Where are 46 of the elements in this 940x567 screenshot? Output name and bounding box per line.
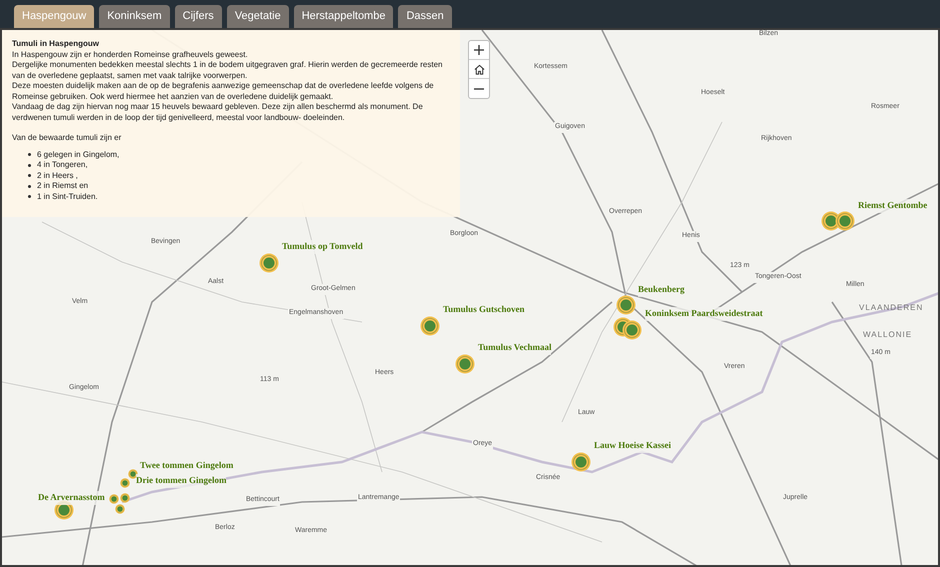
info-paragraph: Dergelijke monumenten bedekken meestal slechts 1 in de bodem uitgegraven graf. Hierin werden de gecremeerde resten van de overledene geplaatst, samen met vaak talrijke voorwerpen. <box>12 60 444 81</box>
tumulus-marker-icon[interactable] <box>455 354 475 374</box>
list-item: 6 gelegen in Gingelom, <box>37 150 120 160</box>
region-label: VLAANDEREN <box>859 302 924 314</box>
tumulus-marker-icon[interactable] <box>109 494 119 504</box>
tumulus-marker-icon[interactable] <box>120 493 130 503</box>
tumulus-marker-icon[interactable] <box>420 316 440 336</box>
info-paragraph: Vandaag de dag zijn hiervan nog maar 15 heuvels bewaard gebleven. Deze zijn allen beschermd als monument. De verdwenen tumuli werden in de loop der tijd genivelleerd, meestal voor landbouw- doeleinden. <box>12 102 424 123</box>
tab[interactable]: Dassen <box>398 5 452 28</box>
home-icon <box>474 64 484 74</box>
bullet-icon <box>28 195 31 198</box>
tumulus-label: Riemst Gentombe <box>858 199 928 212</box>
info-paragraph: Deze moesten duidelijk maken aan de op de begrafenis aanwezige gemeenschap dat de overledene leefde volgens de Romeinse gebruiken. Ook werd hiermee het aanzien van de overledene duidelijk gemaakt. <box>12 81 435 102</box>
tumulus-label: Tumulus Vechmaal <box>478 341 552 354</box>
tumulus-marker-icon[interactable] <box>120 478 130 488</box>
info-title: Tumuli in Haspengouw <box>12 39 100 50</box>
tumulus-marker-icon[interactable] <box>128 469 138 479</box>
tumulus-label: Lauw Hoeise Kassei <box>594 439 672 452</box>
list-item: 2 in Riemst en <box>37 181 88 192</box>
info-paragraph: In Haspengouw zijn er honderden Romeinse grafheuvels geweest. <box>12 50 249 60</box>
bullet-icon <box>28 174 31 178</box>
bullet-icon <box>28 164 31 167</box>
bullet-icon <box>28 184 31 188</box>
tumulus-marker-icon[interactable] <box>616 295 636 315</box>
tumulus-label: Drie tommen Gingelom <box>136 474 226 488</box>
bullet-icon <box>28 153 31 156</box>
list-item: 4 in Tongeren, <box>37 160 88 170</box>
tumulus-label: De Arvernasstom <box>38 491 105 504</box>
plus-icon <box>474 45 484 55</box>
tab[interactable]: Koninksem <box>99 5 170 28</box>
region-label: WALLONIE <box>863 329 912 341</box>
tumulus-label: Tumulus op Tomveld <box>282 240 363 254</box>
tumulus-marker-icon[interactable] <box>571 452 591 472</box>
tab[interactable]: Vegetatie <box>226 5 289 28</box>
tumulus-marker-icon[interactable] <box>835 211 855 231</box>
tumulus-label: Koninksem Paardsweidestraat <box>645 307 763 320</box>
list-intro: Van de bewaarde tumuli zijn er <box>12 133 122 144</box>
tab[interactable]: Cijfers <box>174 5 222 28</box>
tumulus-marker-icon[interactable] <box>622 320 642 340</box>
tumulus-marker-icon[interactable] <box>115 504 125 514</box>
tab[interactable]: Herstappeltombe <box>294 5 394 28</box>
tumulus-marker-icon[interactable] <box>259 253 279 273</box>
tumulus-label: Twee tommen Gingelom <box>140 459 234 472</box>
list-item: 1 in Sint-Truiden. <box>37 192 98 202</box>
list-item: 2 in Heers , <box>37 170 78 181</box>
tumulus-label: Beukenberg <box>638 283 685 296</box>
